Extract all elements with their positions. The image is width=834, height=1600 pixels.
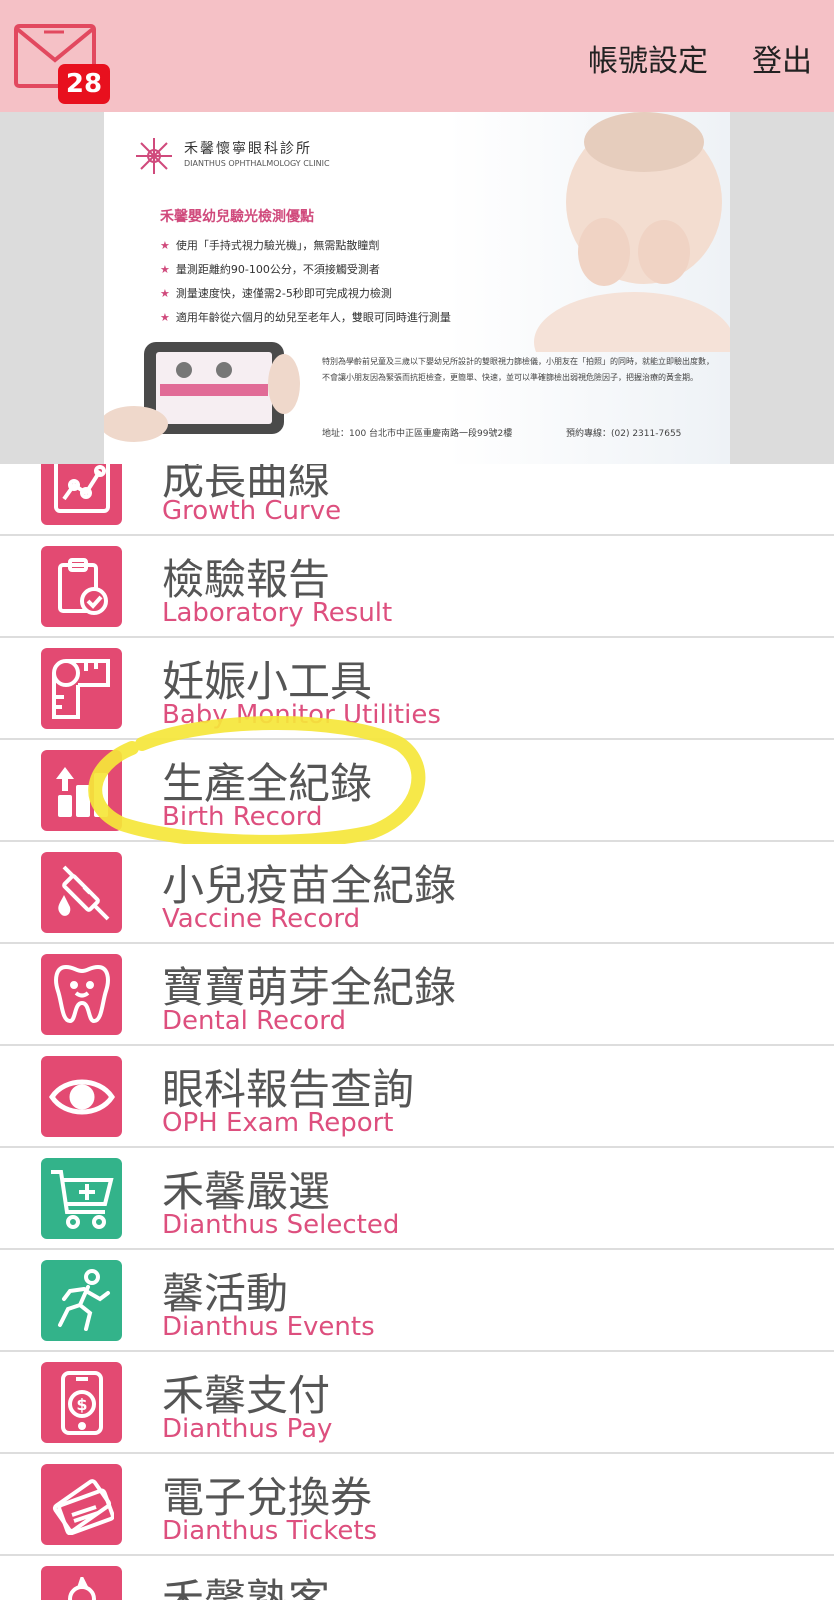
- shopping-cart-plus-icon: [41, 1158, 122, 1239]
- eye-icon: [41, 1056, 122, 1137]
- clinic-address: 地址：100 台北市中正區重慶南路一段99號2樓: [322, 429, 513, 439]
- tickets-icon: [41, 1464, 122, 1545]
- menu-item-subtitle: Laboratory Result: [162, 598, 393, 628]
- menu-item-dianthus-pay[interactable]: $ 禾馨支付 Dianthus Pay: [0, 1352, 834, 1454]
- menu-item-dental-record[interactable]: 寶寶萌芽全紀錄 Dental Record: [0, 944, 834, 1046]
- menu-item-laboratory-result[interactable]: 檢驗報告 Laboratory Result: [0, 536, 834, 638]
- menu-item-subtitle: Birth Record: [162, 802, 323, 832]
- menu-item-pregnancy-utilities[interactable]: 妊娠小工具 Baby Monitor Utilities: [0, 638, 834, 740]
- menu-item-birth-record[interactable]: 生產全紀錄 Birth Record: [0, 740, 834, 842]
- clinic-name-english: DIANTHUS OPHTHALMOLOGY CLINIC: [184, 159, 330, 168]
- clipboard-check-icon: [41, 546, 122, 627]
- baby-photo: [534, 112, 730, 352]
- promo-banner[interactable]: 禾馨懷寧眼科診所 DIANTHUS OPHTHALMOLOGY CLINIC 禾…: [104, 112, 730, 464]
- running-person-icon: [41, 1260, 122, 1341]
- menu-item-subtitle: Dianthus Selected: [162, 1210, 400, 1240]
- account-settings-link[interactable]: 帳號設定: [588, 36, 708, 80]
- top-bar: 28 帳號設定 登出: [0, 0, 834, 112]
- feature-menu: 成長曲線 Growth Curve 檢驗報告 Laboratory Result: [0, 464, 834, 1600]
- growth-chart-icon: [41, 464, 122, 525]
- clinic-phone: 預約專線：(02) 2311-7655: [566, 429, 682, 439]
- menu-item-dianthus-vip[interactable]: 禾馨熟客: [0, 1556, 834, 1600]
- promo-points: 使用「手持式視力驗光機」，無需點散瞳劑 量測距離約90-100公分，不須接觸受測…: [160, 234, 451, 330]
- logout-link[interactable]: 登出: [752, 36, 812, 80]
- menu-item-subtitle: Dental Record: [162, 1006, 346, 1036]
- tooth-icon: [41, 954, 122, 1035]
- menu-item-subtitle: Dianthus Tickets: [162, 1516, 378, 1546]
- menu-item-subtitle: Baby Monitor Utilities: [162, 700, 441, 730]
- menu-item-subtitle: Vaccine Record: [162, 904, 361, 934]
- menu-item-dianthus-events[interactable]: 馨活動 Dianthus Events: [0, 1250, 834, 1352]
- menu-item-subtitle: OPH Exam Report: [162, 1108, 394, 1138]
- promo-point: 量測距離約90-100公分，不須接觸受測者: [160, 258, 451, 282]
- clinic-name: 禾馨懷寧眼科診所: [184, 141, 312, 157]
- menu-item-oph-exam-report[interactable]: 眼科報告查詢 OPH Exam Report: [0, 1046, 834, 1148]
- menu-item-subtitle: Growth Curve: [162, 496, 342, 526]
- menu-item-dianthus-tickets[interactable]: 電子兌換券 Dianthus Tickets: [0, 1454, 834, 1556]
- menu-item-subtitle: Dianthus Pay: [162, 1414, 333, 1444]
- promo-point: 使用「手持式視力驗光機」，無需點散瞳劑: [160, 234, 451, 258]
- clinic-logo-icon: [136, 138, 172, 174]
- svg-text:$: $: [76, 1395, 87, 1414]
- promo-title: 禾馨嬰幼兒驗光檢測優點: [160, 209, 314, 225]
- mobile-dollar-icon: $: [41, 1362, 122, 1443]
- menu-item-subtitle: Dianthus Events: [162, 1312, 375, 1342]
- vip-customer-icon: [41, 1566, 122, 1600]
- syringe-icon: [41, 852, 122, 933]
- promo-point: 測量速度快，速僅需2-5秒即可完成視力檢測: [160, 282, 451, 306]
- measuring-tape-icon: [41, 648, 122, 729]
- vision-screener-device-image: [104, 342, 300, 442]
- menu-item-dianthus-selected[interactable]: 禾馨嚴選 Dianthus Selected: [0, 1148, 834, 1250]
- promo-paragraph: 特別為學齡前兒童及三歲以下嬰幼兒所設計的雙眼視力篩檢儀，小朋友在「拍照」的同時，…: [322, 357, 714, 382]
- menu-item-growth-curve[interactable]: 成長曲線 Growth Curve: [0, 464, 834, 536]
- menu-item-vaccine-record[interactable]: 小兒疫苗全紀錄 Vaccine Record: [0, 842, 834, 944]
- unread-count-badge: 28: [58, 64, 110, 104]
- bar-chart-up-icon: [41, 750, 122, 831]
- menu-item-title: 禾馨熟客: [162, 1575, 331, 1600]
